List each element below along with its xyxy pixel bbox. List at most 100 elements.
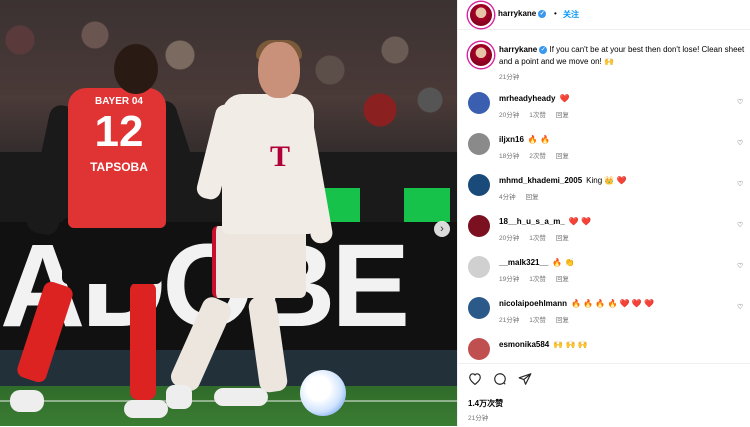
- commenter-avatar[interactable]: [468, 297, 490, 319]
- post-side-panel: harrykane ✓ • 关注 harrykane ✓ If you can't …: [457, 0, 750, 427]
- comment-meta: 20分钟 1次赞 回复: [499, 109, 579, 119]
- comment-item: nicolaipoehlmann 🔥 🔥 🔥 🔥 ❤️ ❤️ ❤️ 21分钟 1次赞 回…: [458, 297, 750, 335]
- comment-likes[interactable]: 1次赞: [529, 112, 546, 119]
- commenter-avatar[interactable]: [468, 133, 490, 155]
- comment-text: 🔥 🔥: [527, 135, 551, 144]
- comment-like-heart-icon[interactable]: ♡: [737, 98, 743, 106]
- commenter-username[interactable]: mrheadyheady: [499, 94, 555, 103]
- commenter-username[interactable]: mhmd_khademi_2005: [499, 176, 582, 185]
- comment-text-block: mhmd_khademi_2005 King 👑 ❤️: [499, 176, 627, 185]
- commenter-username[interactable]: 18__h_u_s_a_m_: [499, 217, 565, 226]
- comment-text-block: __malk321__ 🔥 👏: [499, 258, 575, 267]
- commenter-avatar[interactable]: [468, 215, 490, 237]
- share-icon[interactable]: [518, 372, 532, 389]
- next-photo-button[interactable]: ›: [434, 221, 450, 237]
- comment-meta: 19分钟 1次赞 回复: [499, 273, 579, 283]
- author-username-text[interactable]: harrykane: [498, 9, 536, 18]
- commenter-avatar[interactable]: [468, 338, 490, 360]
- reply-button[interactable]: 回复: [556, 317, 569, 324]
- comment-item: iljxn16 🔥 🔥 18分钟 2次赞 回复 ♡: [458, 133, 750, 171]
- comment-text-block: esmonika584 🙌 🙌 🙌: [499, 340, 588, 349]
- comment-text-block: nicolaipoehlmann 🔥 🔥 🔥 🔥 ❤️ ❤️ ❤️: [499, 299, 654, 308]
- player-boot: [10, 390, 44, 412]
- comment-text-block: 18__h_u_s_a_m_ ❤️ ❤️: [499, 217, 591, 226]
- comment-like-heart-icon[interactable]: ♡: [737, 262, 743, 270]
- comment-time: 20分钟: [499, 235, 520, 242]
- comment-like-heart-icon[interactable]: ♡: [737, 303, 743, 311]
- player-leg: [130, 282, 156, 400]
- comment-meta: 4分钟 回复: [499, 191, 549, 201]
- comment-time: 21分钟: [499, 317, 520, 324]
- comment-icon[interactable]: [493, 372, 507, 389]
- comment-text: 🔥 🔥 🔥 🔥 ❤️ ❤️ ❤️: [571, 299, 655, 308]
- caption-avatar[interactable]: [468, 42, 494, 68]
- commenter-username[interactable]: iljxn16: [499, 135, 524, 144]
- comment-meta: 18分钟 2次赞 回复: [499, 150, 579, 160]
- player-shorts: [212, 226, 306, 298]
- jersey-sponsor: BAYER 04: [95, 96, 143, 107]
- comment-time: 18分钟: [499, 153, 520, 160]
- verified-badge-icon: ✓: [539, 45, 548, 54]
- comment-like-heart-icon[interactable]: ♡: [737, 139, 743, 147]
- comment-meta: 20分钟 1次赞 回复: [499, 232, 579, 242]
- reply-button[interactable]: 回复: [526, 194, 539, 201]
- comment-item: __malk321__ 🔥 👏 19分钟 1次赞 回复 ♡: [458, 256, 750, 294]
- player-jersey: [222, 94, 314, 234]
- caption-text-block: harrykane ✓ If you can't be at your best …: [499, 44, 746, 68]
- reply-button[interactable]: 回复: [556, 235, 569, 242]
- commenter-avatar[interactable]: [468, 174, 490, 196]
- player-boot: [166, 385, 192, 409]
- commenter-username[interactable]: esmonika584: [499, 340, 549, 349]
- post-actions-bar: 1.4万次赞 21分钟: [458, 363, 750, 427]
- instagram-post-view: ADOBE BAYER 04 12 TAPSOBA T › harrykane …: [0, 0, 750, 427]
- jersey-name: TAPSOBA: [90, 160, 148, 174]
- comment-likes[interactable]: 1次赞: [529, 235, 546, 242]
- player-head: [258, 42, 300, 98]
- commenter-username[interactable]: nicolaipoehlmann: [499, 299, 567, 308]
- comment-time: 4分钟: [499, 194, 516, 201]
- comment-item: mrheadyheady ❤️ 20分钟 1次赞 回复 ♡: [458, 92, 750, 130]
- comment-text: ❤️ ❤️: [568, 217, 591, 226]
- comment-text: 🙌 🙌 🙌: [553, 340, 588, 349]
- comment-time: 20分钟: [499, 112, 520, 119]
- commenter-avatar[interactable]: [468, 256, 490, 278]
- player-boot: [124, 400, 168, 418]
- football: [300, 370, 346, 416]
- reply-button[interactable]: 回复: [556, 276, 569, 283]
- comment-text: 🔥 👏: [552, 258, 575, 267]
- header-separator: •: [554, 9, 557, 18]
- caption-time: 21分钟: [499, 74, 520, 81]
- heart-outline-icon[interactable]: [468, 372, 482, 388]
- comment-time: 19分钟: [499, 276, 520, 283]
- author-username[interactable]: harrykane ✓: [498, 9, 547, 18]
- post-header: harrykane ✓ • 关注: [458, 0, 750, 30]
- post-time: 21分钟: [468, 415, 489, 422]
- reply-button[interactable]: 回复: [556, 112, 569, 119]
- player-leg: [15, 279, 75, 385]
- caption-username[interactable]: harrykane: [499, 45, 537, 54]
- comment-like-heart-icon[interactable]: ♡: [737, 180, 743, 188]
- commenter-avatar[interactable]: [468, 92, 490, 114]
- comment-likes[interactable]: 2次赞: [529, 153, 546, 160]
- commenter-username[interactable]: __malk321__: [499, 258, 548, 267]
- telekom-logo: T: [270, 140, 291, 173]
- comment-text: King 👑 ❤️: [586, 176, 627, 185]
- author-avatar[interactable]: [468, 2, 494, 28]
- comment-likes[interactable]: 1次赞: [529, 317, 546, 324]
- verified-badge-icon: ✓: [538, 9, 547, 18]
- post-photo[interactable]: ADOBE BAYER 04 12 TAPSOBA T ›: [0, 0, 457, 426]
- comment-item: 18__h_u_s_a_m_ ❤️ ❤️ 20分钟 1次赞 回复 ♡: [458, 215, 750, 253]
- follow-button[interactable]: 关注: [563, 9, 579, 20]
- comment-item: mhmd_khademi_2005 King 👑 ❤️ 4分钟 回复 ♡: [458, 174, 750, 212]
- player-boot: [214, 388, 268, 406]
- comment-like-heart-icon[interactable]: ♡: [737, 221, 743, 229]
- likes-count[interactable]: 1.4万次赞: [468, 398, 503, 409]
- jersey-number: 12: [94, 107, 144, 156]
- comment-text-block: mrheadyheady ❤️: [499, 94, 569, 103]
- comment-likes[interactable]: 1次赞: [529, 276, 546, 283]
- comment-text-block: iljxn16 🔥 🔥: [499, 135, 550, 144]
- reply-button[interactable]: 回复: [556, 153, 569, 160]
- comment-text: ❤️: [559, 94, 570, 103]
- comment-meta: 21分钟 1次赞 回复: [499, 314, 579, 324]
- player-head: [114, 44, 158, 94]
